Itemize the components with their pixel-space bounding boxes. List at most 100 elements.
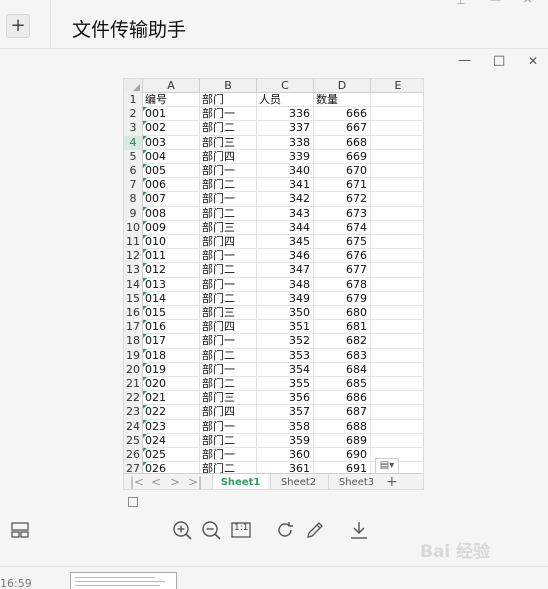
row-number: 11 (124, 235, 143, 250)
tab-sheet1[interactable]: Sheet1 (212, 474, 268, 489)
table-row: 11 010 部门四 345 675 (124, 235, 423, 250)
cell-staff: 339 (257, 149, 314, 164)
cell-id: 014 (143, 291, 200, 306)
cell-quantity: 675 (314, 235, 371, 250)
row-number: 10 (124, 220, 143, 235)
viewer-minimize-button[interactable]: — (458, 53, 471, 68)
add-button[interactable]: + (6, 14, 30, 38)
table-row: 25 024 部门二 359 689 (124, 433, 423, 448)
row-number: 20 (124, 362, 143, 377)
zoom-out-icon[interactable] (199, 518, 223, 542)
table-row: 2 001 部门一 336 666 (124, 107, 423, 122)
tab-sheet2[interactable]: Sheet2 (270, 474, 326, 489)
row-number: 26 (124, 448, 143, 463)
cell-quantity: 668 (314, 135, 371, 150)
cell-staff: 355 (257, 377, 314, 392)
cell-staff: 354 (257, 362, 314, 377)
smart-tag-icon[interactable]: ▤▾ (375, 458, 399, 474)
cell-quantity: 672 (314, 192, 371, 207)
cell-staff: 350 (257, 306, 314, 321)
cell-quantity: 680 (314, 306, 371, 321)
cell-id: 006 (143, 178, 200, 193)
cell-id: 016 (143, 320, 200, 335)
pin-icon[interactable]: ⊥ (456, 0, 466, 7)
cell-id: 015 (143, 306, 200, 321)
cell-id: 009 (143, 220, 200, 235)
cell-quantity: 685 (314, 377, 371, 392)
cell-quantity: 667 (314, 121, 371, 136)
cell-staff: 346 (257, 249, 314, 264)
layout-icon[interactable] (8, 518, 32, 542)
cell-staff: 357 (257, 405, 314, 420)
cell-department: 部门一 (200, 448, 257, 463)
row-number: 16 (124, 306, 143, 321)
edit-pencil-icon[interactable] (303, 518, 327, 542)
add-sheet-button[interactable]: + (386, 474, 398, 489)
cell-department: 部门四 (200, 320, 257, 335)
table-row: 7 006 部门二 341 671 (124, 178, 423, 193)
row-number: 17 (124, 320, 143, 335)
select-square-icon[interactable] (128, 497, 138, 507)
viewer-maximize-button[interactable]: □ (493, 53, 505, 68)
last-sheet-icon[interactable]: >| (188, 475, 202, 489)
prev-sheet-icon[interactable]: < (151, 475, 161, 489)
table-row: 12 011 部门一 346 676 (124, 249, 423, 264)
row-number: 9 (124, 206, 143, 221)
cell-id: 012 (143, 263, 200, 278)
empty-cell (371, 263, 423, 277)
row-number: 3 (124, 121, 143, 136)
empty-cell (371, 150, 423, 164)
actual-size-label: 1:1 (234, 523, 249, 533)
cell-quantity: 684 (314, 362, 371, 377)
cell-staff: 342 (257, 192, 314, 207)
cell-staff: 351 (257, 320, 314, 335)
column-header-row: A B C D E (124, 79, 423, 93)
header-cell-department: 部门 (200, 93, 257, 108)
zoom-in-icon[interactable] (170, 518, 194, 542)
cell-staff: 347 (257, 263, 314, 278)
cell-staff: 343 (257, 206, 314, 221)
cell-id: 013 (143, 277, 200, 292)
actual-size-icon[interactable]: 1:1 (229, 518, 253, 542)
table-row: 21 020 部门二 355 685 (124, 377, 423, 392)
empty-cell (371, 136, 423, 150)
first-sheet-icon[interactable]: |< (130, 475, 144, 489)
row-number: 1 (124, 93, 143, 108)
cell-quantity: 681 (314, 320, 371, 335)
viewer-close-button[interactable]: ✕ (528, 54, 538, 68)
header-cell-id: 编号 (143, 93, 200, 108)
image-thumbnail[interactable] (70, 572, 177, 589)
cell-department: 部门二 (200, 121, 257, 136)
table-row: 9 008 部门二 343 673 (124, 206, 423, 221)
cell-quantity: 678 (314, 277, 371, 292)
cell-quantity: 687 (314, 405, 371, 420)
cell-department: 部门四 (200, 149, 257, 164)
cell-department: 部门一 (200, 164, 257, 179)
rotate-icon[interactable] (273, 518, 297, 542)
cell-quantity: 690 (314, 448, 371, 463)
table-row: 23 022 部门四 357 687 (124, 405, 423, 420)
watermark-logo: Bai 经验 (420, 542, 491, 562)
chat-close-button[interactable]: ✕ (523, 0, 532, 6)
tab-sheet3[interactable]: Sheet3 (328, 474, 384, 489)
column-header-b: B (200, 79, 257, 93)
table-row: 16 015 部门三 350 680 (124, 306, 423, 321)
cell-id: 002 (143, 121, 200, 136)
cell-quantity: 686 (314, 391, 371, 406)
row-number: 14 (124, 277, 143, 292)
download-icon[interactable] (347, 518, 371, 542)
cell-id: 007 (143, 192, 200, 207)
cell-department: 部门一 (200, 192, 257, 207)
column-header-a: A (143, 79, 200, 93)
cell-department: 部门三 (200, 306, 257, 321)
cell-staff: 352 (257, 334, 314, 349)
cell-id: 008 (143, 206, 200, 221)
table-row: 13 012 部门二 347 677 (124, 263, 423, 278)
header-cell-staff: 人员 (257, 93, 314, 108)
cell-quantity: 669 (314, 149, 371, 164)
next-sheet-icon[interactable]: > (170, 475, 180, 489)
chat-minimize-button[interactable]: — (490, 0, 501, 6)
empty-cell (371, 334, 423, 348)
empty-cell (371, 235, 423, 249)
cell-department: 部门一 (200, 419, 257, 434)
